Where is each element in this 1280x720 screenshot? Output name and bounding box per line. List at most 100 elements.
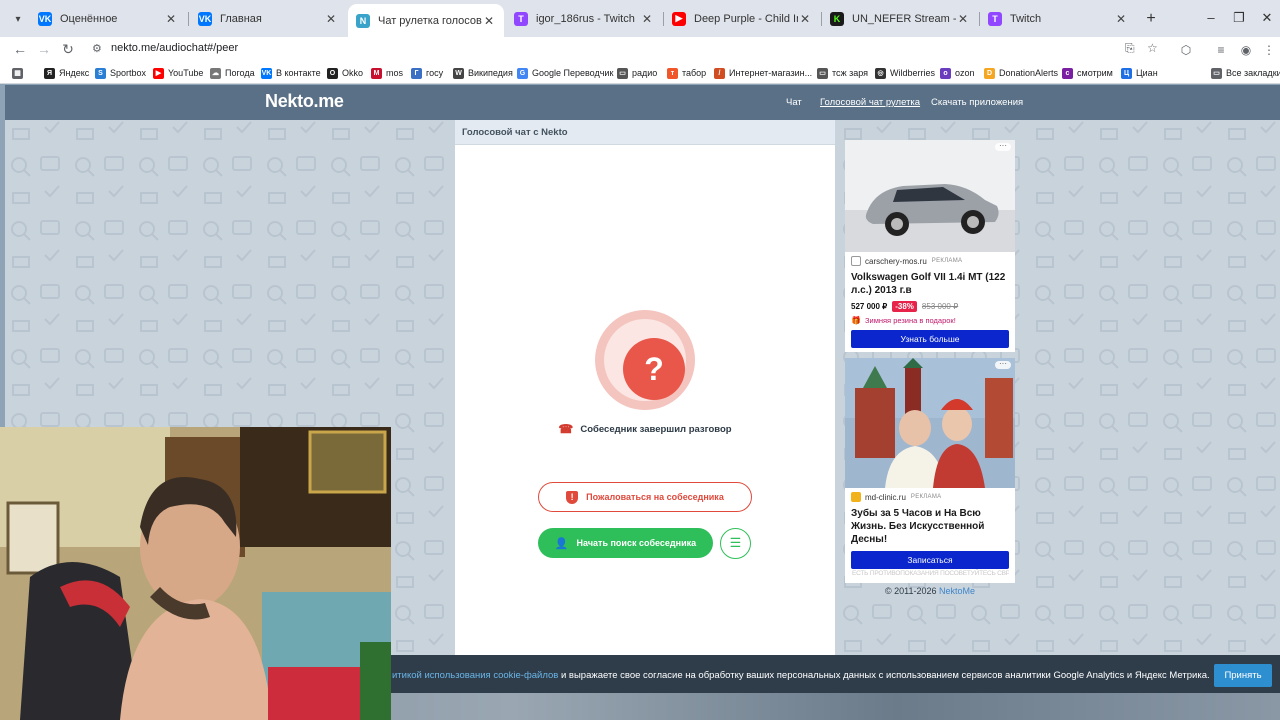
- report-peer-button[interactable]: ! Пожаловаться на собеседника: [538, 482, 752, 512]
- reload-icon[interactable]: ↻: [58, 39, 78, 59]
- menu-kebab-icon[interactable]: ⋮: [1260, 41, 1278, 59]
- close-icon[interactable]: ✕: [1114, 12, 1128, 26]
- bookmark-google-translate[interactable]: G Google Переводчик: [517, 66, 613, 80]
- bookmark-label: Интернет-магазин...: [729, 68, 813, 78]
- ad-card-clinic[interactable]: ··· md-clinic.ru РЕКЛАМА Зубы за 5 Часов…: [845, 358, 1015, 583]
- kick-icon: K: [830, 11, 844, 26]
- profile-avatar-icon[interactable]: ◉: [1237, 41, 1255, 59]
- back-icon[interactable]: ←: [10, 39, 30, 59]
- site-favicon-icon: [851, 492, 861, 502]
- nav-download-apps[interactable]: Скачать приложения: [931, 97, 1023, 108]
- bookmark-gosu[interactable]: Ггосу: [411, 66, 443, 80]
- bookmark-smotrim[interactable]: с смотрим: [1062, 66, 1113, 80]
- ad-title[interactable]: Volkswagen Golf VII 1.4i MT (122 л.с.) 2…: [851, 271, 1009, 297]
- filters-sliders-icon[interactable]: ☰: [720, 528, 751, 559]
- bookmark-radio[interactable]: ▭ радио: [617, 66, 657, 80]
- bookmark-wikipedia[interactable]: W Википедия: [453, 66, 513, 80]
- tab-search-icon[interactable]: ▾: [8, 9, 28, 29]
- extensions-icon[interactable]: ⬡: [1177, 41, 1195, 59]
- close-window-button[interactable]: ✕: [1255, 8, 1279, 28]
- bookmark-tszh[interactable]: ▭ тсж заря: [817, 66, 868, 80]
- folder-icon: ▭: [817, 67, 828, 79]
- accept-cookies-button[interactable]: Принять: [1214, 664, 1272, 687]
- discount-badge: -38%: [892, 301, 917, 312]
- site-logo[interactable]: Nekto.me: [265, 91, 344, 112]
- nav-chat[interactable]: Чат: [786, 97, 802, 108]
- start-search-button[interactable]: 👤 Начать поиск собеседника: [538, 528, 713, 558]
- ad-more-icon[interactable]: ···: [995, 360, 1011, 369]
- ad-card-car[interactable]: ··· carschery-mos.ru РЕКЛАМА Volkswagen …: [845, 140, 1015, 352]
- all-bookmarks[interactable]: ▭ Все закладки: [1211, 66, 1280, 80]
- search-label: Начать поиск собеседника: [576, 538, 697, 548]
- youtube-icon: ▶: [153, 67, 164, 79]
- bookmark-cian[interactable]: Ц Циан: [1121, 66, 1158, 80]
- gosuslugi-icon: Г: [411, 67, 422, 79]
- tab-kick-stream[interactable]: K UN_NEFER Stream - Watch Live ✕: [822, 5, 978, 32]
- site-header: Nekto.me Чат Голосовой чат рулетка Скача…: [5, 85, 1280, 120]
- tab-label: igor_186rus - Twitch: [536, 12, 635, 25]
- bookmark-label: Википедия: [468, 68, 513, 78]
- media-icon[interactable]: ≡: [1212, 41, 1230, 59]
- bookmark-youtube[interactable]: ▶ YouTube: [153, 66, 203, 80]
- minimize-button[interactable]: –: [1199, 8, 1223, 28]
- ad-title[interactable]: Зубы за 5 Часов и На Всю Жизнь. Без Иску…: [851, 507, 1009, 546]
- donationalerts-icon: D: [984, 67, 995, 79]
- ad-warning: ЕСТЬ ПРОТИВОПОКАЗАНИЯ ПОСОВЕТУЙТЕСЬ СВРА…: [852, 570, 1009, 577]
- close-icon[interactable]: ✕: [164, 12, 178, 26]
- install-icon[interactable]: ⎘: [1125, 41, 1135, 56]
- bookmark-tabor[interactable]: т табор: [667, 66, 706, 80]
- shop-icon: /: [714, 67, 725, 79]
- close-icon[interactable]: ✕: [956, 12, 970, 26]
- apps-grid-icon[interactable]: ▦: [12, 66, 27, 80]
- close-icon[interactable]: ✕: [798, 12, 812, 26]
- okko-icon: O: [327, 67, 338, 79]
- ad-source: carschery-mos.ru РЕКЛАМА: [851, 256, 1009, 266]
- bookmark-shop[interactable]: / Интернет-магазин...: [714, 66, 812, 80]
- nav-voice-chat[interactable]: Голосовой чат рулетка: [820, 97, 920, 108]
- cian-icon: Ц: [1121, 67, 1132, 79]
- webcam-overlay: [0, 427, 391, 720]
- ad-source-domain: md-clinic.ru: [865, 492, 906, 502]
- bookmark-yandex[interactable]: Я Яндекс: [44, 66, 89, 80]
- copyright-text: © 2011-2026: [884, 586, 939, 596]
- bookmark-pogoda[interactable]: ☁ Погода: [210, 66, 255, 80]
- close-icon[interactable]: ✕: [482, 14, 496, 28]
- promo-line: 🎁 Зимняя резина в подарок!: [851, 316, 1009, 325]
- tab-twitch-igor[interactable]: T igor_186rus - Twitch ✕: [506, 5, 662, 32]
- tab-vk-main[interactable]: VK Главная ✕: [190, 5, 346, 32]
- folder-icon: ▭: [617, 67, 628, 79]
- close-icon[interactable]: ✕: [640, 12, 654, 26]
- bookmark-ozon[interactable]: o ozon: [940, 66, 975, 80]
- close-icon[interactable]: ✕: [324, 12, 338, 26]
- bookmark-label: ozon: [955, 68, 975, 78]
- address-bar[interactable]: ⚙ nekto.me/audiochat#/peer ⎘ ☆: [84, 37, 1169, 61]
- bookmark-label: Wildberries: [890, 68, 936, 78]
- nektome-link[interactable]: NektoMe: [939, 586, 975, 596]
- bookmark-vk[interactable]: VK В контакте: [261, 66, 321, 80]
- learn-more-button[interactable]: Узнать больше: [851, 330, 1009, 348]
- bookmark-donationalerts[interactable]: D DonationAlerts: [984, 66, 1058, 80]
- bookmark-wildberries[interactable]: ◎ Wildberries: [875, 66, 935, 80]
- tab-label: Чат рулетка голосовая — Nek: [378, 14, 482, 27]
- tab-vk-rated[interactable]: VK Оценённое ✕: [30, 5, 186, 32]
- tab-nekto-active[interactable]: N Чат рулетка голосовая — Nek ✕: [348, 4, 504, 37]
- bookmark-label: mos: [386, 68, 404, 78]
- forward-icon[interactable]: →: [34, 39, 54, 59]
- bookmark-okko[interactable]: O Okko: [327, 66, 363, 80]
- old-price: 853 000 ₽: [921, 302, 959, 311]
- cookie-policy-link[interactable]: итикой использования cookie-файлов: [392, 670, 558, 681]
- restore-button[interactable]: ❐: [1227, 8, 1251, 28]
- bookmark-sportbox[interactable]: S Sportbox: [95, 66, 146, 80]
- url-text[interactable]: nekto.me/audiochat#/peer: [111, 42, 238, 54]
- tab-youtube-deep-purple[interactable]: ▶ Deep Purple - Child In Time - L ✕: [664, 5, 820, 32]
- ad-more-icon[interactable]: ···: [995, 142, 1011, 151]
- bookmark-label: Яндекс: [59, 68, 90, 78]
- vk-icon: VK: [261, 67, 272, 79]
- book-appointment-button[interactable]: Записаться: [851, 551, 1009, 569]
- tab-twitch[interactable]: T Twitch ✕: [980, 5, 1136, 32]
- site-info-icon[interactable]: ⚙: [92, 42, 102, 55]
- bookmark-label: YouTube: [168, 68, 204, 78]
- bookmark-mos[interactable]: Mmos: [371, 66, 403, 80]
- new-tab-button[interactable]: +: [1141, 9, 1161, 29]
- bookmark-star-icon[interactable]: ☆: [1147, 41, 1158, 55]
